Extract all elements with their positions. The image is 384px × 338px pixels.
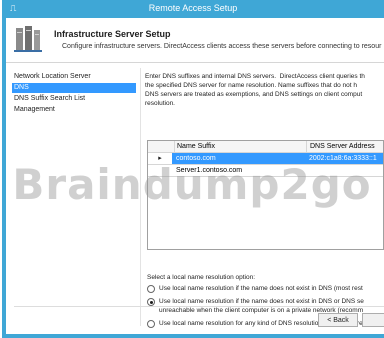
wizard-header: Infrastructure Server Setup Configure in… <box>6 18 384 62</box>
name-suffix-cell[interactable]: Server1.contoso.com <box>174 165 306 176</box>
grid-header-dns-server[interactable]: DNS Server Address <box>306 141 383 152</box>
header-title: Infrastructure Server Setup <box>54 29 171 39</box>
radio-option-1[interactable] <box>147 285 155 293</box>
header-description: Configure infrastructure servers. Direct… <box>62 43 382 50</box>
infrastructure-server-icon <box>14 26 42 52</box>
resolution-option-1[interactable]: Use local name resolution if the name do… <box>147 284 384 294</box>
dns-intro-text: Enter DNS suffixes and internal DNS serv… <box>145 73 365 107</box>
nav-divider <box>140 68 141 326</box>
nav-item-dns[interactable]: DNS <box>12 83 136 93</box>
header-divider <box>6 62 384 63</box>
dns-server-cell[interactable]: 2002:c1a8:6a:3333::1 <box>306 153 383 164</box>
resolution-option-1-label: Use local name resolution if the name do… <box>159 285 363 292</box>
left-edge <box>0 0 2 338</box>
grid-header: Name Suffix DNS Server Address <box>148 141 383 153</box>
wizard-nav: Network Location Server DNS DNS Suffix S… <box>12 72 136 116</box>
title-bar: ⎍ Remote Access Setup <box>2 0 384 18</box>
nav-item-dns-suffix-search-list[interactable]: DNS Suffix Search List <box>12 94 136 104</box>
window-frame: ⎍ Remote Access Setup Infrastructure Ser… <box>2 0 384 338</box>
grid-header-name-suffix[interactable]: Name Suffix <box>174 141 307 152</box>
nav-item-network-location-server[interactable]: Network Location Server <box>12 72 136 82</box>
footer-divider <box>14 306 384 307</box>
resolution-option-label: Select a local name resolution option: <box>147 274 256 281</box>
radio-option-2[interactable] <box>147 298 155 306</box>
radio-option-3[interactable] <box>147 320 155 328</box>
window-title: Remote Access Setup <box>148 3 238 13</box>
row-selector-icon: ▸ <box>148 153 172 164</box>
row-divider <box>148 176 383 177</box>
name-suffix-cell[interactable]: contoso.com <box>174 153 306 164</box>
next-button[interactable] <box>362 313 384 327</box>
dns-suffix-grid[interactable]: Name Suffix DNS Server Address ▸ contoso… <box>147 140 384 250</box>
nav-item-management[interactable]: Management <box>12 105 136 115</box>
table-row[interactable]: ▸ contoso.com 2002:c1a8:6a:3333::1 <box>148 153 383 164</box>
wizard-body: Infrastructure Server Setup Configure in… <box>6 18 384 334</box>
table-row[interactable]: Server1.contoso.com <box>148 165 383 176</box>
back-button[interactable]: < Back <box>318 313 358 327</box>
